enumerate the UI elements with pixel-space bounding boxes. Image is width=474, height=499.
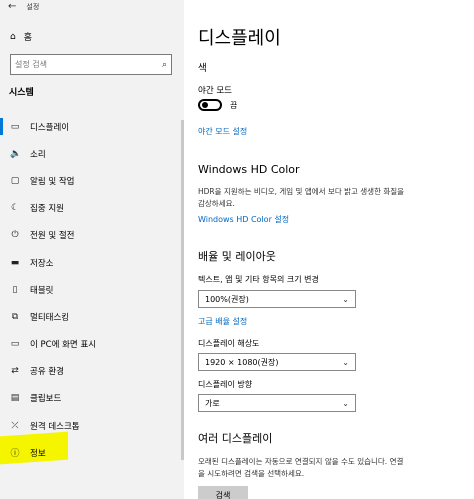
night-light-toggle[interactable]	[198, 99, 222, 111]
home-label: 홈	[23, 33, 32, 43]
orientation-dropdown[interactable]: 가로 ⌄	[198, 394, 356, 412]
scale-value: 100%(권장)	[205, 294, 249, 304]
color-heading: 색	[198, 63, 207, 74]
project-icon: ▭	[10, 339, 20, 350]
page-title: 디스플레이	[198, 28, 281, 49]
sidebar-item-tablet[interactable]: ▯ 태블릿	[0, 276, 184, 303]
sidebar-item-share[interactable]: ⇄ 공유 환경	[0, 358, 184, 385]
sidebar-item-project[interactable]: ▭ 이 PC에 화면 표시	[0, 331, 184, 358]
sidebar-item-about[interactable]: ⓘ 정보	[0, 439, 184, 466]
hd-color-settings-link[interactable]: Windows HD Color 설정	[198, 214, 289, 225]
sidebar-item-notifications[interactable]: ▢ 알림 및 작업	[0, 167, 184, 194]
sidebar-item-label: 전원 및 절전	[30, 231, 75, 242]
home-icon: ⌂	[10, 31, 16, 42]
multitasking-icon: ⧉	[11, 311, 19, 322]
orientation-label: 디스플레이 방향	[198, 380, 253, 389]
sidebar-nav: ▭ 디스플레이 🔈 소리 ▢ 알림 및 작업 ☾ 집중 지원 ⏻ 전원 및 절전…	[0, 113, 184, 466]
sidebar-item-display[interactable]: ▭ 디스플레이	[0, 113, 184, 140]
toggle-knob	[202, 102, 208, 108]
speaker-icon: 🔈	[10, 148, 22, 159]
chevron-down-icon: ⌄	[342, 294, 349, 304]
hd-color-description-line-1: HDR을 지원하는 비디오, 게임 및 앱에서 보다 밝고 생생한 화질을	[198, 187, 405, 196]
storage-icon: ▬	[10, 257, 20, 268]
title-bar: ← 설정	[8, 0, 39, 14]
sidebar-item-label: 정보	[30, 448, 46, 459]
sidebar-item-label: 멀티태스킹	[30, 312, 70, 323]
night-light-label: 야간 모드	[198, 86, 232, 96]
tablet-icon: ▯	[12, 284, 18, 295]
scale-layout-heading: 배율 및 레이아웃	[198, 250, 276, 263]
multiple-displays-description-line-2: 을 시도하려면 검색을 선택하세요.	[198, 469, 305, 478]
advanced-scaling-link[interactable]: 고급 배율 설정	[198, 316, 247, 327]
sidebar-item-label: 공유 환경	[30, 367, 64, 378]
sidebar-item-focus-assist[interactable]: ☾ 집중 지원	[0, 195, 184, 222]
remote-desktop-icon: ⤫	[11, 420, 19, 431]
sidebar-item-label: 원격 데스크톱	[30, 421, 80, 432]
detect-button[interactable]: 검색	[198, 486, 248, 499]
active-indicator	[0, 118, 3, 135]
moon-icon: ☾	[10, 203, 20, 214]
sidebar-item-label: 클립보드	[30, 394, 62, 405]
chevron-down-icon: ⌄	[342, 357, 349, 367]
night-light-settings-link[interactable]: 야간 모드 설정	[198, 126, 247, 137]
back-arrow-icon[interactable]: ←	[8, 2, 16, 12]
sidebar: ← 설정 ⌂ 홈 ⌕ 시스템 ▭ 디스플레이 🔈 소리 ▢ 알림 및 작업 ☾ …	[0, 0, 184, 499]
orientation-value: 가로	[205, 398, 220, 408]
main-content: 디스플레이 색 야간 모드 끔 야간 모드 설정 Windows HD Colo…	[198, 0, 474, 499]
night-light-state: 끔	[230, 101, 238, 110]
sidebar-item-label: 디스플레이	[30, 122, 70, 133]
chevron-down-icon: ⌄	[342, 398, 349, 408]
power-icon: ⏻	[11, 230, 19, 241]
section-title: 시스템	[9, 88, 34, 98]
multiple-displays-description: 오래된 디스플레이는 자동으로 연결되지 않을 수도 있습니다. 연결 을 시도…	[198, 456, 458, 480]
share-icon: ⇄	[11, 366, 19, 377]
sidebar-item-label: 소리	[30, 149, 46, 160]
search-input[interactable]	[15, 60, 162, 69]
search-box[interactable]: ⌕	[10, 54, 172, 75]
scale-label: 텍스트, 앱 및 기타 항목의 크기 변경	[198, 275, 319, 284]
resolution-value: 1920 × 1080(권장)	[205, 357, 279, 367]
multiple-displays-description-line-1: 오래된 디스플레이는 자동으로 연결되지 않을 수도 있습니다. 연결	[198, 457, 404, 466]
sidebar-item-label: 알림 및 작업	[30, 176, 75, 187]
monitor-icon: ▭	[10, 121, 20, 132]
hd-color-heading: Windows HD Color	[198, 163, 300, 176]
sidebar-scrollbar[interactable]	[181, 120, 184, 460]
search-icon[interactable]: ⌕	[162, 60, 167, 70]
sidebar-item-label: 이 PC에 화면 표시	[30, 340, 97, 351]
hd-color-description: HDR을 지원하는 비디오, 게임 및 앱에서 보다 밝고 생생한 화질을 감상…	[198, 186, 458, 210]
clipboard-icon: ▤	[10, 393, 20, 404]
window-title: 설정	[26, 3, 40, 11]
sidebar-item-label: 저장소	[30, 258, 54, 269]
home-link[interactable]: ⌂ 홈	[10, 30, 32, 44]
sidebar-item-power[interactable]: ⏻ 전원 및 절전	[0, 222, 184, 249]
sidebar-item-sound[interactable]: 🔈 소리	[0, 140, 184, 167]
sidebar-item-remote-desktop[interactable]: ⤫ 원격 데스크톱	[0, 412, 184, 439]
hd-color-description-line-2: 감상하세요.	[198, 199, 235, 208]
notification-icon: ▢	[10, 175, 20, 186]
sidebar-item-label: 집중 지원	[30, 204, 64, 215]
sidebar-item-label: 태블릿	[30, 285, 54, 296]
resolution-label: 디스플레이 해상도	[198, 339, 260, 348]
resolution-dropdown[interactable]: 1920 × 1080(권장) ⌄	[198, 353, 356, 371]
multiple-displays-heading: 여러 디스플레이	[198, 432, 273, 445]
scale-dropdown[interactable]: 100%(권장) ⌄	[198, 290, 356, 308]
info-icon: ⓘ	[10, 449, 20, 460]
sidebar-item-multitasking[interactable]: ⧉ 멀티태스킹	[0, 303, 184, 330]
sidebar-item-clipboard[interactable]: ▤ 클립보드	[0, 385, 184, 412]
sidebar-item-storage[interactable]: ▬ 저장소	[0, 249, 184, 276]
